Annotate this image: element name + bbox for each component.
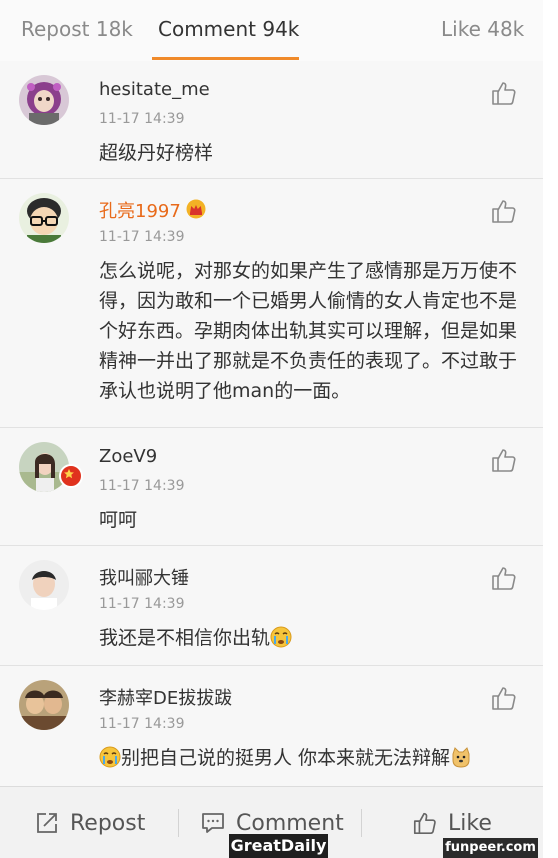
- username[interactable]: ZoeV9: [99, 446, 157, 467]
- username[interactable]: 李赫宰DE拔拔跋: [99, 684, 232, 710]
- like-label: Like: [448, 810, 492, 836]
- comment-icon: [202, 813, 224, 833]
- like-button[interactable]: Like: [412, 807, 492, 839]
- comment-screen: Repost 18k Comment 94k Like 48k hesitate…: [0, 0, 543, 858]
- tab-like[interactable]: Like 48k: [441, 17, 524, 41]
- page-margin: [543, 0, 558, 858]
- watermark-logo: GreatDaily: [229, 834, 328, 858]
- comment-list[interactable]: hesitate_me 11-17 14:39 超级丹好榜样 孔亮1997 11…: [0, 61, 543, 790]
- timestamp: 11-17 14:39: [99, 596, 185, 612]
- divider: [361, 809, 362, 837]
- timestamp: 11-17 14:39: [99, 478, 185, 494]
- active-tab-indicator: [152, 57, 299, 60]
- timestamp: 11-17 14:39: [99, 229, 185, 245]
- comment-item: 李赫宰DE拔拔跋 11-17 14:39 别把自己说的挺男人 你本来就无法辩解: [0, 666, 543, 790]
- comment-item: ZoeV9 11-17 14:39 呵呵: [0, 428, 543, 546]
- divider: [178, 809, 179, 837]
- tab-bar: Repost 18k Comment 94k Like 48k: [0, 0, 543, 62]
- username[interactable]: hesitate_me: [99, 79, 210, 100]
- thumbs-up-icon[interactable]: [490, 446, 518, 474]
- verified-badge-icon: [59, 464, 83, 488]
- avatar[interactable]: [19, 193, 69, 243]
- repost-button[interactable]: Repost: [34, 807, 145, 839]
- username[interactable]: 孔亮1997: [99, 197, 207, 223]
- comment-text: 怎么说呢，对那女的如果产生了感情那是万万使不得，因为敢和一个已婚男人偷情的女人肯…: [99, 260, 518, 402]
- avatar[interactable]: [19, 680, 69, 730]
- comment-text: 呵呵: [99, 509, 138, 531]
- comment-text: 超级丹好榜样: [99, 142, 214, 164]
- crying-face-emoji-icon: [270, 626, 292, 648]
- avatar[interactable]: [19, 560, 69, 610]
- thumbs-up-icon: [413, 812, 436, 835]
- watermark-site: funpeer.com: [443, 838, 538, 858]
- tab-comment[interactable]: Comment 94k: [158, 17, 299, 41]
- thumbs-up-icon[interactable]: [490, 197, 518, 225]
- tab-repost[interactable]: Repost 18k: [21, 17, 133, 41]
- crying-face-emoji-icon: [99, 746, 121, 768]
- comment-item: hesitate_me 11-17 14:39 超级丹好榜样: [0, 61, 543, 179]
- thumbs-up-icon[interactable]: [490, 79, 518, 107]
- thumbs-up-icon[interactable]: [490, 684, 518, 712]
- timestamp: 11-17 14:39: [99, 111, 185, 127]
- repost-icon: [37, 813, 57, 833]
- comment-item: 孔亮1997 11-17 14:39 怎么说呢，对那女的如果产生了感情那是万万使…: [0, 179, 543, 428]
- comment-item: 我叫郦大锤 11-17 14:39 我还是不相信你出轨: [0, 546, 543, 666]
- username[interactable]: 我叫郦大锤: [99, 564, 189, 590]
- vip-crown-icon: [186, 199, 206, 219]
- comment-text: 我还是不相信你出轨: [99, 623, 521, 653]
- comment-label: Comment: [236, 810, 344, 836]
- avatar[interactable]: [19, 75, 69, 125]
- repost-label: Repost: [70, 810, 146, 836]
- thumbs-up-icon[interactable]: [490, 564, 518, 592]
- comment-text: 别把自己说的挺男人 你本来就无法辩解: [99, 743, 521, 773]
- timestamp: 11-17 14:39: [99, 716, 185, 732]
- doge-face-emoji-icon: [452, 747, 470, 768]
